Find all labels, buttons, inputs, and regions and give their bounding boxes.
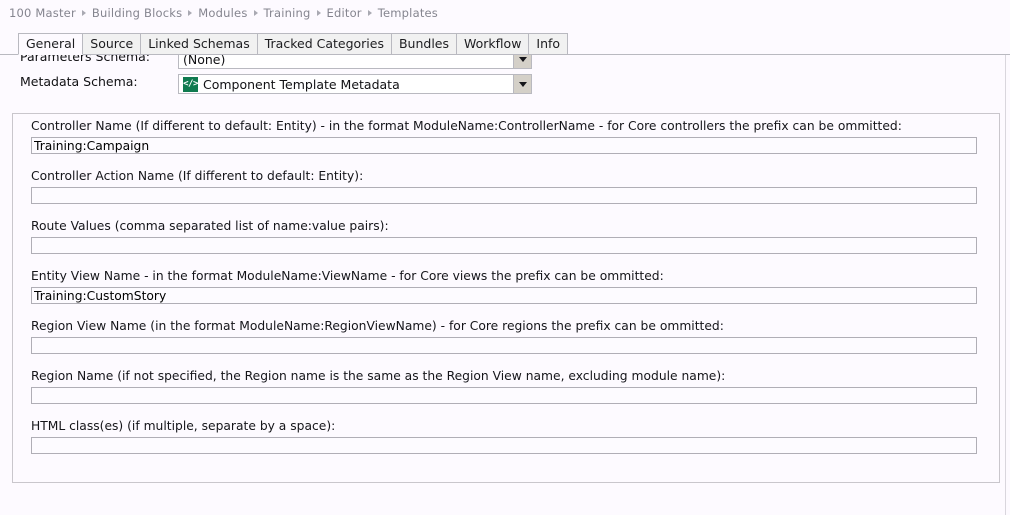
- breadcrumb-separator-icon: [188, 10, 193, 16]
- metadata-schema-select[interactable]: </> Component Template Metadata: [178, 74, 532, 94]
- field-group-2: Route Values (comma separated list of na…: [31, 219, 977, 254]
- tab-bundles[interactable]: Bundles: [391, 33, 458, 55]
- field-group-6: HTML class(es) (if multiple, separate by…: [31, 419, 977, 454]
- breadcrumb-separator-icon: [367, 10, 372, 16]
- tab-workflow[interactable]: Workflow: [457, 33, 530, 55]
- field-input-0[interactable]: [31, 137, 977, 154]
- tab-label: Linked Schemas: [148, 36, 250, 52]
- tab-label: General: [26, 36, 76, 52]
- field-input-1[interactable]: [31, 187, 977, 204]
- field-group-4: Region View Name (in the format ModuleNa…: [31, 319, 977, 354]
- field-label-3: Entity View Name - in the format ModuleN…: [31, 269, 664, 283]
- field-label-6: HTML class(es) (if multiple, separate by…: [31, 419, 336, 433]
- field-group-0: Controller Name (If different to default…: [31, 119, 977, 154]
- breadcrumb-item-1[interactable]: Building Blocks: [92, 6, 182, 20]
- tab-label: Bundles: [398, 36, 450, 52]
- breadcrumb-separator-icon: [316, 10, 321, 16]
- breadcrumb-item-0[interactable]: 100 Master: [9, 6, 76, 20]
- field-input-2[interactable]: [31, 237, 977, 254]
- breadcrumb-item-5[interactable]: Templates: [378, 6, 438, 20]
- template-fields-panel: Controller Name (If different to default…: [12, 113, 1000, 483]
- field-input-3[interactable]: [31, 287, 977, 304]
- metadata-schema-value-text: Component Template Metadata: [203, 76, 400, 92]
- field-label-2: Route Values (comma separated list of na…: [31, 219, 389, 233]
- tab-linked-schemas[interactable]: Linked Schemas: [141, 33, 258, 55]
- field-group-5: Region Name (if not specified, the Regio…: [31, 369, 977, 404]
- breadcrumb-item-4[interactable]: Editor: [327, 6, 362, 20]
- breadcrumb-separator-icon: [253, 10, 258, 16]
- tab-label: Workflow: [464, 36, 522, 52]
- tab-label: Source: [90, 36, 134, 52]
- tab-source[interactable]: Source: [83, 33, 142, 55]
- breadcrumb: 100 Master Building Blocks Modules Training…: [9, 6, 438, 20]
- field-label-1: Controller Action Name (If different to …: [31, 169, 364, 183]
- breadcrumb-separator-icon: [81, 10, 86, 16]
- field-label-5: Region Name (if not specified, the Regio…: [31, 369, 726, 383]
- metadata-schema-row: Metadata Schema: </> Component Template …: [0, 74, 1010, 96]
- tab-label: Info: [536, 36, 561, 52]
- field-label-0: Controller Name (If different to default…: [31, 119, 902, 133]
- tabstrip: General Source Linked Schemas Tracked Categ…: [18, 33, 569, 55]
- field-input-4[interactable]: [31, 337, 977, 354]
- breadcrumb-item-2[interactable]: Modules: [198, 6, 247, 20]
- tab-general[interactable]: General: [18, 33, 84, 55]
- tab-label: Tracked Categories: [264, 36, 384, 52]
- chevron-down-icon[interactable]: [513, 75, 531, 93]
- metadata-schema-label: Metadata Schema:: [20, 74, 138, 89]
- field-group-1: Controller Action Name (If different to …: [31, 169, 977, 204]
- metadata-schema-value: </> Component Template Metadata: [179, 76, 513, 92]
- tab-tracked-categories[interactable]: Tracked Categories: [257, 33, 392, 55]
- field-label-4: Region View Name (in the format ModuleNa…: [31, 319, 724, 333]
- field-input-6[interactable]: [31, 437, 977, 454]
- tab-info[interactable]: Info: [529, 33, 569, 55]
- right-edge-rule: [1005, 55, 1006, 515]
- field-input-5[interactable]: [31, 387, 977, 404]
- code-schema-icon: </>: [183, 76, 198, 92]
- field-group-3: Entity View Name - in the format ModuleN…: [31, 269, 977, 304]
- breadcrumb-item-3[interactable]: Training: [264, 6, 311, 20]
